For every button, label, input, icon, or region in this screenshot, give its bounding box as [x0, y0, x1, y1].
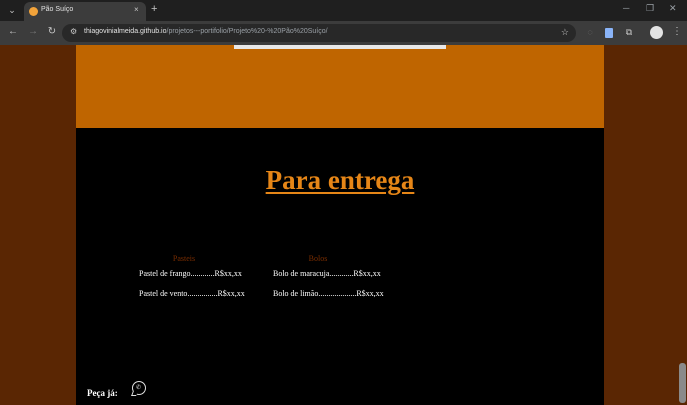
document-extension-icon[interactable] — [605, 28, 613, 38]
minimize-icon[interactable]: ─ — [623, 3, 629, 13]
menu-item-dots: ............ — [329, 269, 354, 278]
menu-item-dots: ................... — [318, 289, 357, 298]
menu-item-price: R$xx,xx — [356, 289, 384, 298]
page-content: Para entrega Pasteis Pastel de frango...… — [76, 45, 604, 405]
phone-icon: ✆ — [136, 385, 142, 391]
tab-search-icon[interactable]: ⌄ — [6, 4, 18, 16]
more-menu-icon[interactable]: ⋮ — [672, 26, 682, 38]
pao-suico-favicon — [29, 7, 38, 16]
menu-column-pasteis: Pasteis Pastel de frango............R$xx… — [139, 254, 259, 309]
address-bar[interactable]: ⚙ thiagovinialmeida.github.io/projetos--… — [62, 24, 576, 42]
section-title: Para entrega — [265, 165, 415, 195]
order-label: Peça já: — [87, 388, 118, 398]
menu-item-dots: ............ — [190, 269, 215, 278]
profile-icon[interactable] — [650, 26, 663, 39]
tab-pao-suico[interactable]: Pão Suíço × — [24, 2, 146, 21]
close-window-icon[interactable]: ✕ — [669, 3, 677, 14]
scrollbar-thumb[interactable] — [679, 363, 686, 403]
menu-column-bolos: Bolos Bolo de maracuja............R$xx,x… — [273, 254, 393, 309]
tab-title: Pão Suíço — [41, 6, 74, 13]
menu-item: Pastel de frango............R$xx,xx — [139, 269, 259, 279]
maximize-icon[interactable]: ❐ — [646, 3, 654, 14]
page-viewport: Para entrega Pasteis Pastel de frango...… — [0, 45, 687, 405]
url-text[interactable]: thiagovinialmeida.github.io/projetos---p… — [84, 28, 328, 35]
menu-item-price: R$xx,xx — [217, 289, 245, 298]
menu-item-name: Bolo de maracuja — [273, 269, 330, 278]
menu-item: Bolo de limão...................R$xx,xx — [273, 289, 393, 299]
menu-item-price: R$xx,xx — [214, 269, 242, 278]
bookmark-star-icon[interactable]: ☆ — [561, 27, 569, 38]
menu-item-name: Pastel de frango — [139, 269, 191, 278]
menu-item-dots: ............... — [187, 289, 218, 298]
site-info-icon[interactable]: ⚙ — [70, 27, 77, 36]
menu-item: Pastel de vento...............R$xx,xx — [139, 289, 259, 299]
url-path: /projetos---portifolio/Projeto%20-%20Pão… — [166, 28, 328, 35]
menu-heading: Bolos — [308, 254, 328, 263]
menu-item-name: Bolo de limão — [273, 289, 319, 298]
reload-icon[interactable]: ↻ — [46, 26, 58, 38]
whatsapp-icon[interactable]: ✆ — [132, 381, 146, 395]
new-tab-icon[interactable]: + — [151, 3, 157, 15]
delivery-section: Para entrega Pasteis Pastel de frango...… — [76, 128, 604, 405]
hero-banner — [76, 45, 604, 128]
scrollbar[interactable] — [678, 45, 687, 405]
url-host: thiagovinialmeida.github.io — [84, 28, 167, 35]
forward-icon[interactable]: → — [27, 26, 39, 38]
back-icon[interactable]: ← — [7, 26, 19, 38]
close-icon[interactable]: × — [134, 5, 139, 14]
extension-icon[interactable]: ◌ — [585, 27, 595, 38]
tab-bar: ⌄ Pão Suíço × + ─ ❐ ✕ — [0, 0, 687, 21]
browser-toolbar: ← → ↻ ⚙ thiagovinialmeida.github.io/proj… — [0, 21, 687, 45]
menu-item-price: R$xx,xx — [353, 269, 381, 278]
hero-nav-strip — [234, 45, 446, 49]
menu-item: Bolo de maracuja............R$xx,xx — [273, 269, 393, 279]
puzzle-icon[interactable]: ⧉ — [624, 27, 634, 38]
menu-item-name: Pastel de vento — [139, 289, 188, 298]
menu-heading: Pasteis — [172, 254, 196, 263]
